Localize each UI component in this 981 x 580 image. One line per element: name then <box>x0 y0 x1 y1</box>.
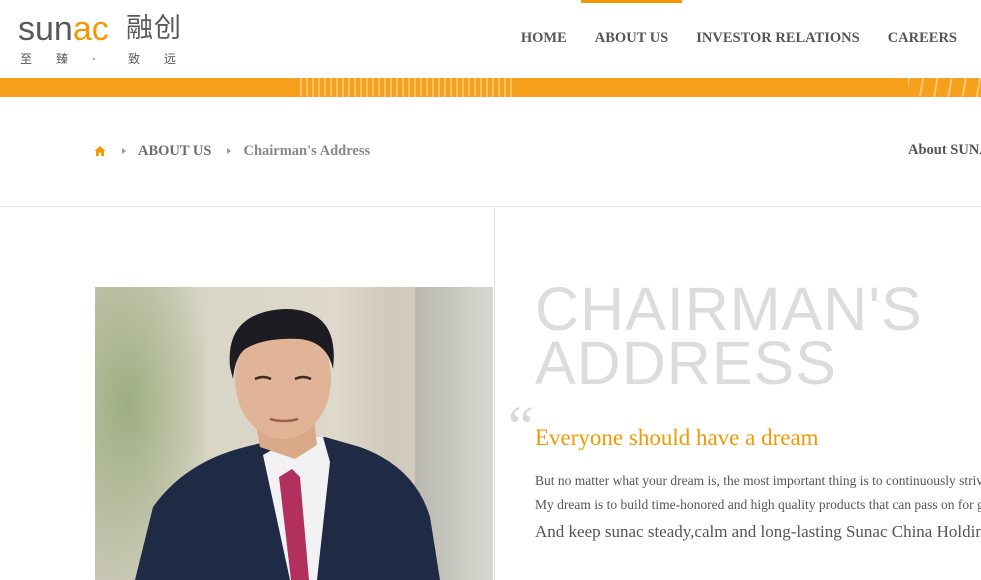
breadcrumb-separator-icon <box>122 148 126 154</box>
logo-tagline-char: · <box>92 52 96 66</box>
orange-banner-bar <box>0 78 981 97</box>
banner-stripes-right <box>908 78 981 97</box>
breadcrumb-separator-icon <box>227 148 232 154</box>
logo-tagline: 至 臻 · 致 远 <box>20 50 200 67</box>
nav-about-us[interactable]: ABOUT US <box>580 0 683 78</box>
main-nav: HOME ABOUT US INVESTOR RELATIONS CAREERS <box>493 0 957 78</box>
home-icon[interactable] <box>94 145 106 157</box>
chairman-photo <box>95 287 493 580</box>
logo-tagline-char: 至 <box>20 52 33 66</box>
nav-investor-relations[interactable]: INVESTOR RELATIONS <box>696 0 859 78</box>
logo-tagline-char: 远 <box>164 52 177 66</box>
site-header: sunac 融创 至 臻 · 致 远 HOME ABOUT US INVESTOR RE… <box>0 0 981 78</box>
address-paragraph: But no matter what your dream is, the mo… <box>535 473 981 488</box>
logo-chinese-name: 融创 <box>126 13 182 44</box>
breadcrumb-current: Chairman's Address <box>243 142 371 159</box>
logo-tagline-char: 臻 <box>56 52 69 66</box>
logo-wordmark-prefix: sun <box>18 10 73 48</box>
breadcrumb-about-us[interactable]: ABOUT US <box>138 143 211 160</box>
section-divider <box>0 206 981 207</box>
address-paragraph: My dream is to build time-honored and hi… <box>535 497 981 512</box>
sunac-logo[interactable]: sunac 融创 至 臻 · 致 远 <box>18 12 188 68</box>
quote-mark-icon: “ <box>508 394 534 459</box>
nav-home[interactable]: HOME <box>521 0 567 78</box>
breadcrumb: ABOUT US Chairman's Address <box>94 142 370 160</box>
address-paragraph: And keep sunac steady,calm and long-last… <box>535 522 981 541</box>
page-title: CHAIRMAN'S ADDRESS <box>535 275 923 397</box>
chairman-figure <box>135 309 440 580</box>
logo-tagline-char: 致 <box>128 52 141 66</box>
nav-careers[interactable]: CAREERS <box>888 0 957 78</box>
logo-wordmark-accent: ac <box>72 10 109 48</box>
about-sunac-link[interactable]: About SUNAC <box>908 142 981 159</box>
quote-headline: Everyone should have a dream <box>535 425 819 450</box>
banner-stripes <box>300 78 515 97</box>
column-divider <box>494 207 495 580</box>
logo-wordmark: sunac <box>18 12 109 46</box>
